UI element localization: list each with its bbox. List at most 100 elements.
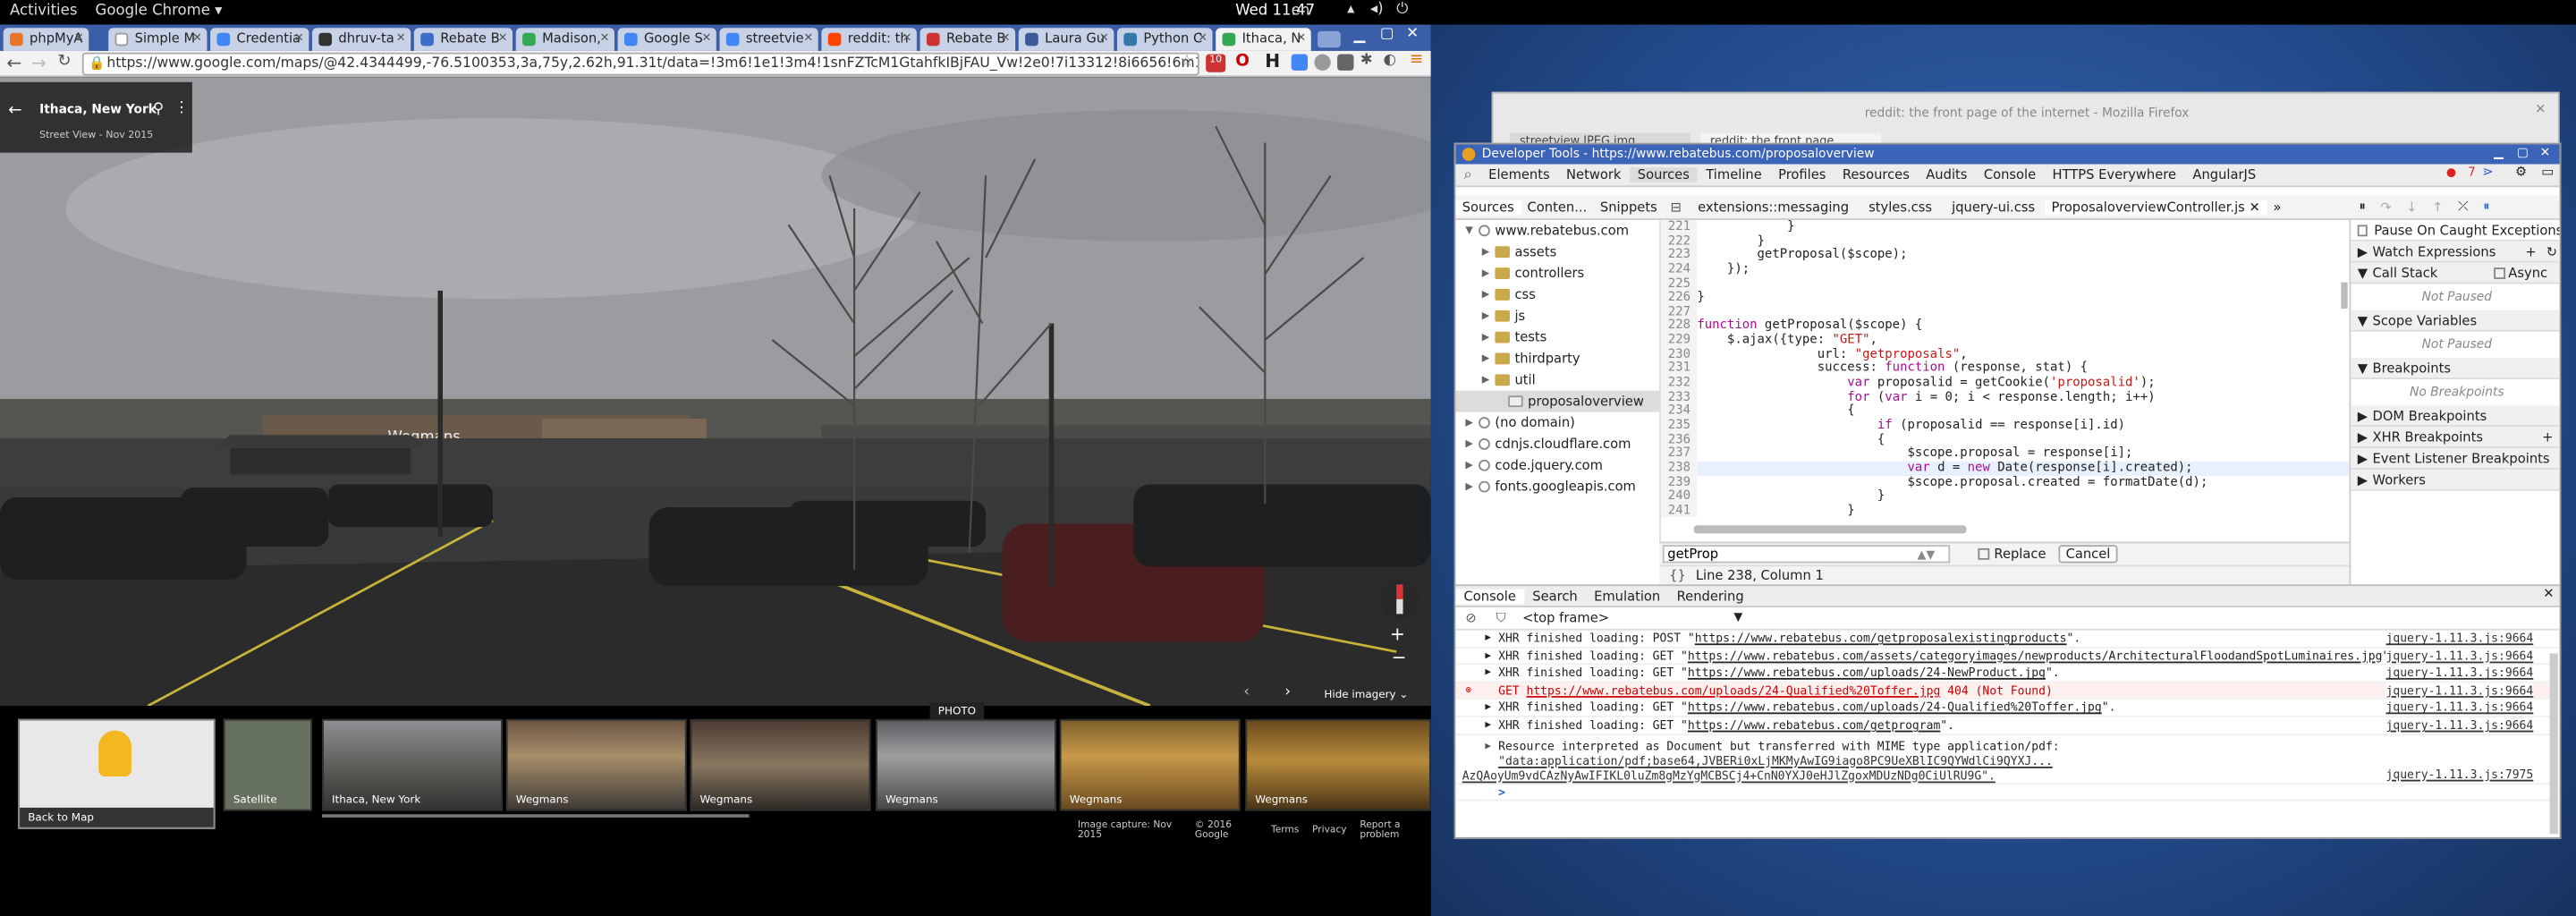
line-number[interactable]: 241	[1660, 503, 1698, 518]
replace-checkbox[interactable]	[1978, 547, 1989, 560]
h-extension-icon[interactable]: H	[1265, 51, 1280, 72]
step-over-icon[interactable]: ↷	[2380, 199, 2391, 215]
bookmark-star-icon[interactable]: ☆	[1180, 53, 1194, 71]
horizontal-scrollbar[interactable]	[1693, 525, 1967, 534]
tab-console-drawer[interactable]: Console	[1455, 588, 1525, 604]
clear-console-icon[interactable]: ⊘	[1455, 611, 1486, 626]
message-url[interactable]: https://www.rebatebus.com/getproposalexi…	[1695, 631, 2067, 646]
language-indicator[interactable]: en	[1292, 4, 1310, 20]
pretty-print-icon[interactable]: {}	[1659, 568, 1696, 583]
toggle-navigator-icon[interactable]: ⊟	[1664, 199, 1688, 215]
tab-sources-nav[interactable]: Sources	[1455, 199, 1521, 215]
code-line[interactable]: 241 }	[1660, 503, 2350, 518]
forward-arrow-icon[interactable]: →	[31, 53, 47, 74]
app-menu[interactable]: Google Chrome ▾	[96, 4, 223, 20]
hide-imagery-button[interactable]: Hide imagery ⌄	[1324, 688, 1408, 701]
console-message[interactable]: ▶ XHR finished loading: POST "https://www…	[1455, 630, 2560, 649]
extension-icon[interactable]: ◐	[1384, 53, 1396, 69]
scrollbar[interactable]	[2549, 653, 2558, 835]
tree-item[interactable]: ▶ tests	[1455, 327, 1659, 348]
expand-icon[interactable]: ▶	[1485, 648, 1491, 664]
expand-icon[interactable]: ▶	[1485, 738, 1491, 753]
browser-tab[interactable]: Python C ✕	[1116, 28, 1213, 51]
source-link[interactable]: jquery-1.11.3.js:9664	[2385, 700, 2534, 717]
dom-breakpoints-header[interactable]: ▶ DOM Breakpoints	[2351, 405, 2560, 428]
extension-icon[interactable]	[1337, 54, 1354, 71]
photo-thumb[interactable]: Wegmans	[690, 718, 871, 811]
photo-thumb[interactable]: Wegmans	[875, 718, 1057, 811]
message-url[interactable]: https://www.rebatebus.com/uploads/24-Qua…	[1526, 683, 1940, 698]
report-problem-link[interactable]: Report a problem	[1360, 821, 1430, 841]
close-window-button[interactable]: ✕	[2540, 144, 2551, 159]
close-icon[interactable]: ✕	[600, 31, 610, 45]
console-message[interactable]: ▶ XHR finished loading: GET "https://www.…	[1455, 700, 2560, 717]
close-icon[interactable]: ✕	[803, 31, 813, 45]
extension-icon[interactable]	[1314, 54, 1331, 71]
close-icon[interactable]: ✕	[192, 31, 202, 45]
tab-resources[interactable]: Resources	[1835, 167, 1918, 182]
street-view-thumb[interactable]: Ithaca, New York	[321, 718, 504, 811]
async-checkbox[interactable]	[2493, 267, 2505, 279]
tab-angularjs[interactable]: AngularJS	[2184, 167, 2264, 182]
source-link[interactable]: jquery-1.11.3.js:9664	[2385, 665, 2534, 682]
code-line[interactable]: 224 });	[1660, 261, 2350, 277]
tree-item[interactable]: ▼ www.rebatebus.com	[1455, 220, 1659, 242]
expand-icon[interactable]: ▶	[1485, 700, 1491, 716]
console-output[interactable]: ▶ XHR finished loading: POST "https://www…	[1455, 630, 2560, 837]
maximize-button[interactable]: ▢	[2517, 144, 2529, 159]
expand-icon[interactable]: ▶	[1485, 666, 1491, 682]
close-icon[interactable]: ✕	[1198, 31, 1208, 45]
line-number[interactable]: 221	[1660, 219, 1698, 234]
message-url[interactable]: https://www.rebatebus.com/uploads/24-Qua…	[1688, 700, 2102, 715]
console-message[interactable]: ▶ XHR finished loading: GET "https://www.…	[1455, 648, 2560, 666]
browser-tab[interactable]: Credentia ✕	[210, 28, 309, 51]
add-icon[interactable]: +	[2542, 429, 2553, 445]
close-icon[interactable]: ✕	[498, 31, 508, 45]
source-link[interactable]: jquery-1.11.3.js:9664	[2385, 683, 2534, 699]
tab-snippets[interactable]: Snippets	[1594, 199, 1665, 215]
step-into-icon[interactable]: ↓	[2406, 199, 2417, 215]
checkbox[interactable]	[2357, 224, 2368, 236]
close-icon[interactable]: ✕	[74, 31, 84, 45]
watch-expressions-header[interactable]: ▶ Watch Expressions + ↻	[2351, 241, 2560, 263]
close-icon[interactable]: ✕	[702, 31, 712, 45]
back-to-map-thumb[interactable]: Back to Map	[18, 718, 216, 829]
tab-sources[interactable]: Sources	[1629, 167, 1699, 182]
tree-item[interactable]: ▶ controllers	[1455, 263, 1659, 284]
tab-search[interactable]: Search	[1524, 589, 1586, 604]
tab-timeline[interactable]: Timeline	[1698, 167, 1770, 182]
previous-arrow-icon[interactable]: ‹	[1243, 684, 1250, 700]
deactivate-breakpoints-icon[interactable]: ⤫	[2458, 199, 2469, 215]
compass-icon[interactable]	[1379, 579, 1419, 619]
terms-link[interactable]: Terms	[1271, 826, 1299, 835]
minimize-button[interactable]: ▁	[1353, 28, 1365, 44]
scope-variables-header[interactable]: ▼ Scope Variables	[2351, 310, 2560, 332]
tree-item-selected[interactable]: proposaloverview	[1455, 390, 1660, 412]
tab-emulation[interactable]: Emulation	[1586, 589, 1669, 604]
tab-audits[interactable]: Audits	[1918, 167, 1976, 182]
source-link[interactable]: jquery-1.11.3.js:9664	[2385, 630, 2534, 647]
error-icon[interactable]: ⊗	[1465, 683, 1471, 699]
find-previous-icon[interactable]: ▲▼	[1917, 547, 1935, 561]
gear-icon[interactable]: ✱	[1360, 53, 1373, 69]
browser-tab[interactable]: phpMyA ✕	[3, 28, 89, 51]
next-arrow-icon[interactable]: ›	[1284, 684, 1291, 700]
tree-item[interactable]: ▶ css	[1455, 284, 1659, 305]
new-tab-button[interactable]	[1318, 30, 1341, 48]
maximize-button[interactable]: ▢	[1380, 26, 1394, 42]
filter-icon[interactable]: ⛉	[1487, 610, 1516, 626]
code-editor[interactable]: 221 } 222 } 223 getProposal($scope); 224 })…	[1659, 219, 2350, 542]
refresh-icon[interactable]: ↻	[2546, 244, 2557, 259]
workers-header[interactable]: ▶ Workers	[2351, 469, 2560, 491]
expand-icon[interactable]: ▶	[1485, 631, 1491, 647]
gear-icon[interactable]: ⚙	[2507, 165, 2536, 180]
tab-network[interactable]: Network	[1558, 167, 1630, 182]
call-stack-header[interactable]: ▼ Call Stack Async	[2351, 262, 2560, 284]
file-tab[interactable]: jquery-ui.css	[1942, 199, 2045, 215]
zoom-in-button[interactable]: +	[1390, 623, 1405, 645]
satellite-thumb[interactable]: Satellite	[223, 718, 312, 811]
console-message[interactable]: ▶ XHR finished loading: GET "https://www.…	[1455, 717, 2560, 735]
close-icon[interactable]: ✕	[1296, 31, 1306, 45]
console-drawer-icon[interactable]: ⋗	[2474, 165, 2502, 180]
file-tab[interactable]: extensions::messaging	[1688, 199, 1859, 215]
